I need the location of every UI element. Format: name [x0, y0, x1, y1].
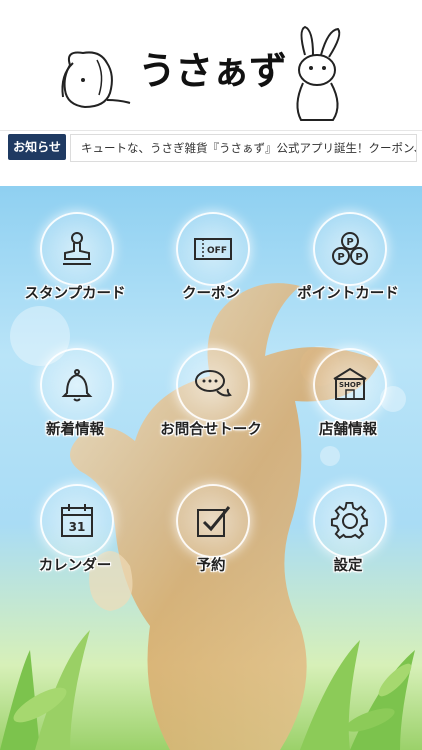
lop-bunny-illustration	[61, 51, 131, 109]
menu-label: 新着情報	[46, 422, 104, 438]
menu-point-card[interactable]: P P P ポイントカード	[278, 212, 418, 322]
coupon-icon: OFF	[194, 238, 232, 260]
menu-label: クーポン	[182, 286, 240, 302]
stamp-icon	[63, 232, 91, 265]
svg-text:P: P	[346, 237, 353, 248]
menu-reservation[interactable]: 予約	[141, 484, 281, 594]
news-ticker[interactable]: お知らせ キュートな、うさぎ雑貨『うさぁず』公式アプリ誕生！クーポン、スタンプカ…	[0, 130, 422, 165]
chat-icon	[195, 370, 232, 397]
menu-background: スタンプカード OFF クーポン P P P ポイントカード 新着情報 お問合せ…	[0, 186, 422, 750]
menu-circle: OFF	[176, 212, 250, 286]
menu-label: カレンダー	[38, 558, 112, 574]
spacer	[0, 164, 422, 186]
menu-label: お問合せトーク	[160, 422, 262, 438]
menu-circle	[176, 484, 250, 558]
point-card-icon: P P P	[332, 232, 368, 265]
menu-coupon[interactable]: OFF クーポン	[141, 212, 281, 322]
news-text: キュートな、うさぎ雑貨『うさぁず』公式アプリ誕生！クーポン、スタンプカード	[81, 141, 416, 155]
calendar-icon: 31	[61, 504, 93, 537]
gear-icon	[330, 501, 368, 540]
menu-circle	[313, 484, 387, 558]
menu-circle	[176, 348, 250, 422]
checkbox-icon	[197, 506, 231, 537]
menu-settings[interactable]: 設定	[278, 484, 418, 594]
menu-shop-info[interactable]: SHOP 店舗情報	[278, 348, 418, 458]
coupon-icon-text: OFF	[207, 246, 227, 256]
menu-news[interactable]: 新着情報	[5, 348, 145, 458]
menu-label: ポイントカード	[297, 286, 399, 302]
svg-text:P: P	[355, 252, 362, 263]
menu-label: 設定	[333, 558, 363, 574]
grass-decoration	[0, 630, 415, 750]
app-header: うさぁず	[0, 0, 422, 130]
news-badge: お知らせ	[8, 134, 66, 160]
menu-stamp-card[interactable]: スタンプカード	[5, 212, 145, 322]
menu-calendar[interactable]: 31 カレンダー	[5, 484, 145, 594]
menu-inquiry-talk[interactable]: お問合せトーク	[141, 348, 281, 458]
bell-icon	[61, 369, 93, 402]
menu-circle	[40, 348, 114, 422]
news-text-box[interactable]: キュートな、うさぎ雑貨『うさぁず』公式アプリ誕生！クーポン、スタンプカード	[70, 134, 417, 162]
menu-label: スタンプカード	[24, 286, 126, 302]
menu-circle: 31	[40, 484, 114, 558]
app-logo-text: うさぁず	[138, 49, 287, 93]
menu-circle: SHOP	[313, 348, 387, 422]
calendar-icon-text: 31	[69, 520, 86, 534]
menu-label: 店舗情報	[319, 422, 377, 438]
menu-circle: P P P	[313, 212, 387, 286]
shop-icon-text: SHOP	[339, 381, 361, 389]
menu-circle	[40, 212, 114, 286]
menu-label: 予約	[196, 558, 226, 574]
standing-bunny-illustration	[296, 25, 341, 121]
svg-text:P: P	[337, 252, 344, 263]
shop-icon: SHOP	[333, 367, 367, 400]
